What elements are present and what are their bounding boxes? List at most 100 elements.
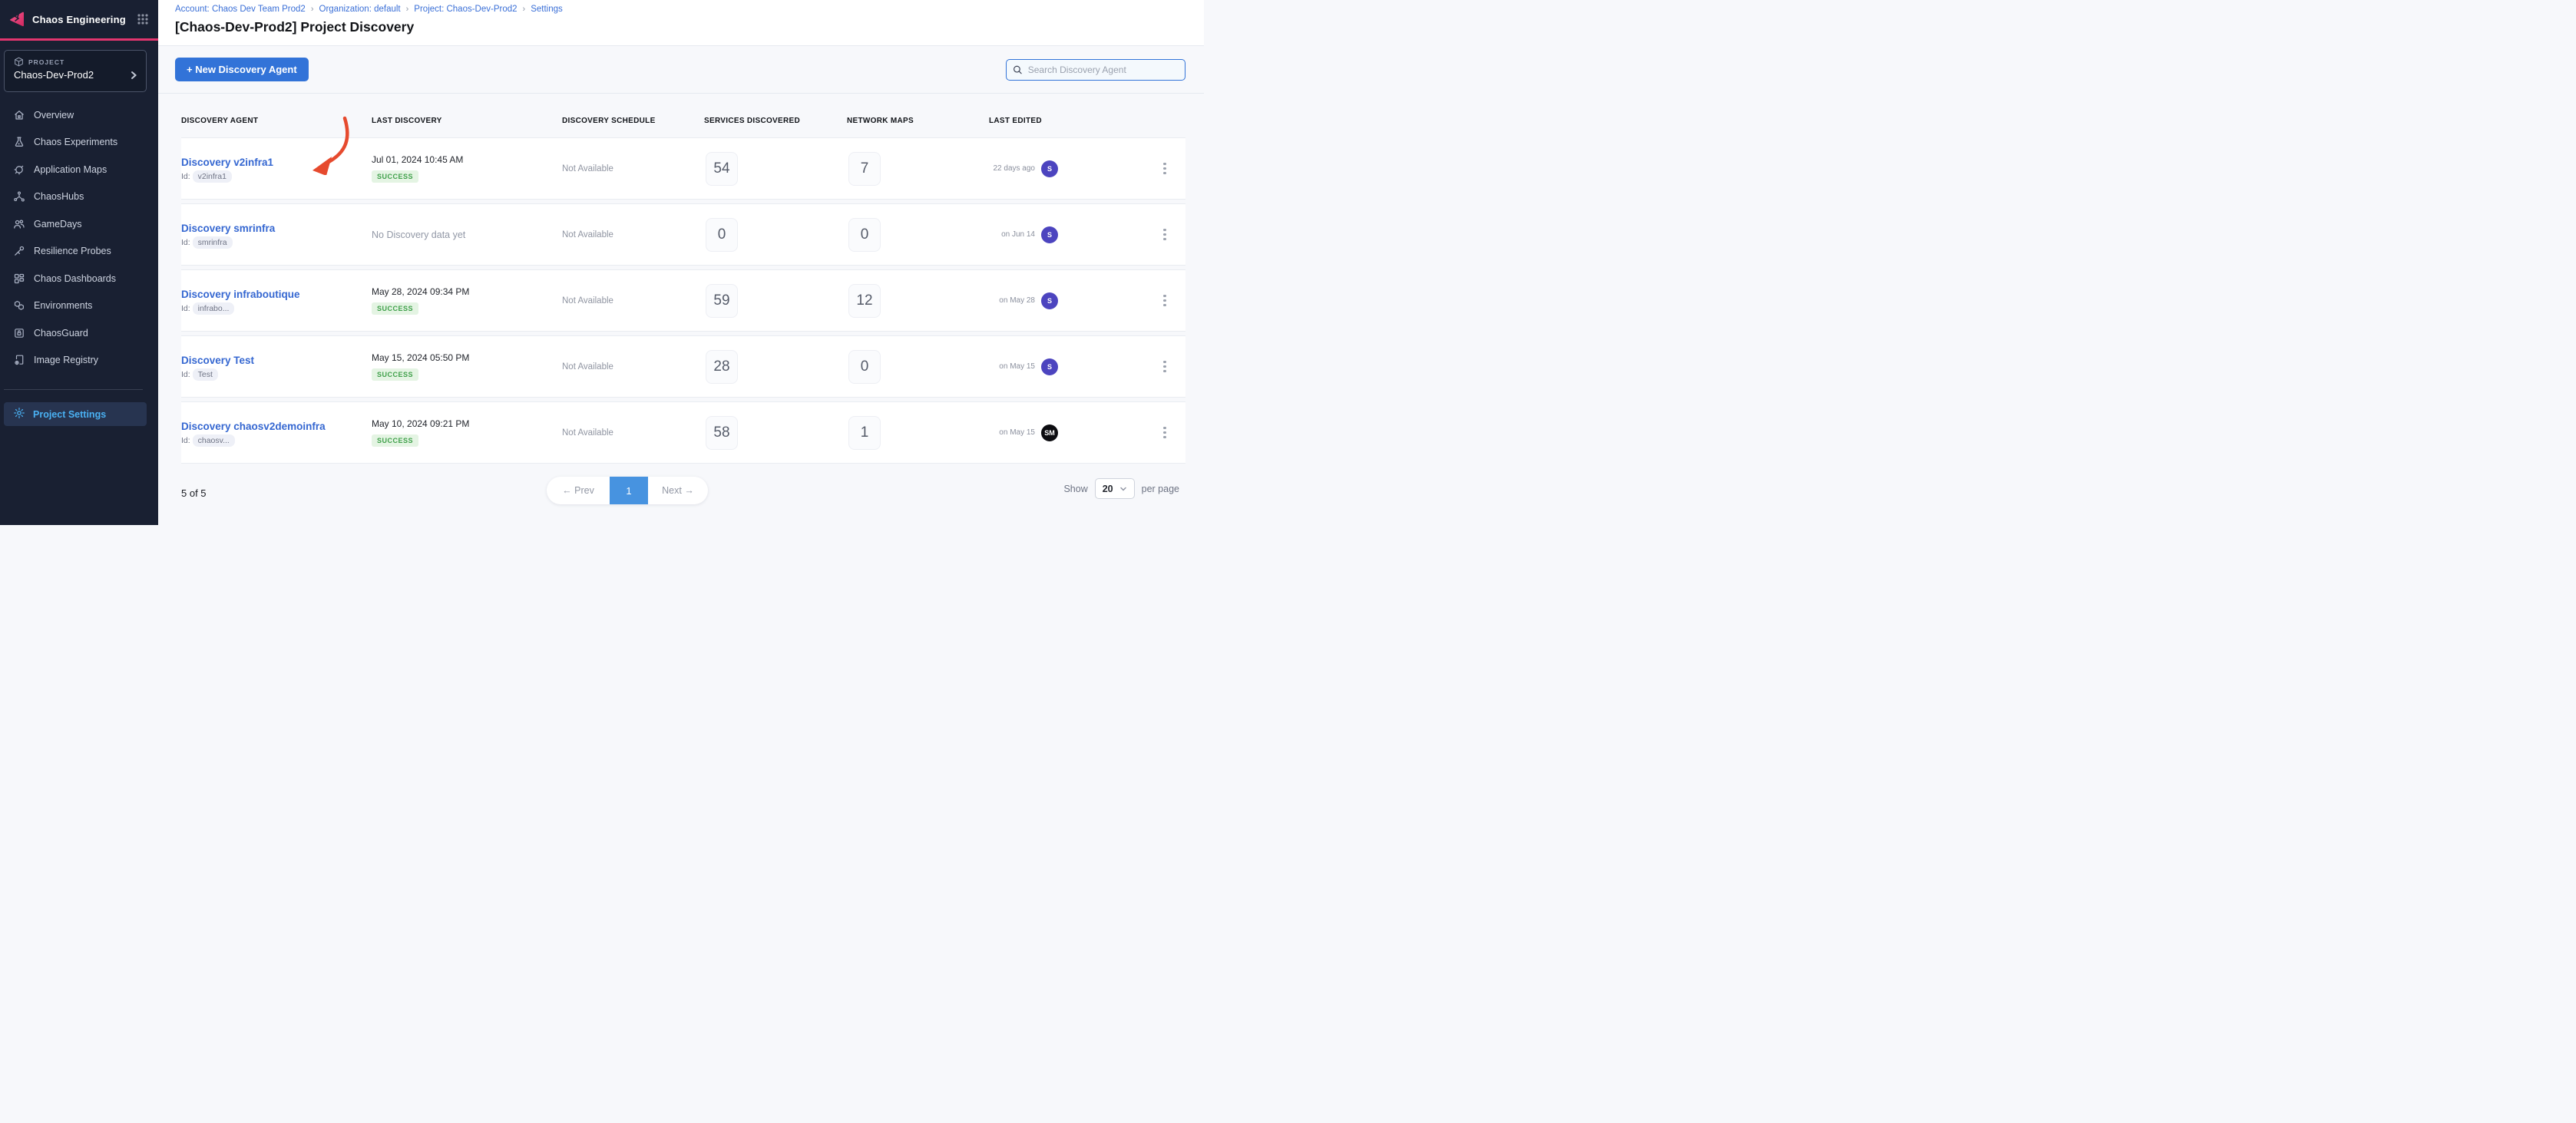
col-header-discovery-agent: DISCOVERY AGENT <box>181 117 372 125</box>
prev-page-button[interactable]: ← Prev <box>547 477 610 504</box>
search-input[interactable] <box>1028 64 1179 75</box>
network-maps-count: 0 <box>848 350 881 384</box>
show-label: Show <box>1063 484 1087 494</box>
sidebar-item-label: Chaos Dashboards <box>34 273 116 284</box>
last-edited-time: on May 28 <box>989 296 1035 305</box>
sidebar-item-project-settings[interactable]: Project Settings <box>4 402 147 426</box>
flask-icon <box>13 136 25 148</box>
main-content: Account: Chaos Dev Team Prod2 › Organiza… <box>158 0 1204 525</box>
sidebar-item-overview[interactable]: Overview <box>0 101 158 129</box>
id-label: Id: <box>181 436 190 445</box>
id-label: Id: <box>181 238 190 247</box>
sidebar-item-label: ChaosHubs <box>34 191 84 202</box>
agent-name-link[interactable]: Discovery chaosv2demoinfra <box>181 421 372 432</box>
row-menu-kebab-icon[interactable] <box>1160 160 1169 178</box>
table-row[interactable]: Discovery chaosv2demoinfra Id: chaosv...… <box>181 401 1185 464</box>
discovery-schedule-value: Not Available <box>562 296 704 306</box>
col-header-discovery-schedule: DISCOVERY SCHEDULE <box>562 117 704 125</box>
sidebar-item-label: Image Registry <box>34 355 98 365</box>
target-circle-icon <box>13 163 25 176</box>
avatar[interactable]: S <box>1041 226 1058 243</box>
search-box[interactable] <box>1006 59 1185 81</box>
breadcrumb: Account: Chaos Dev Team Prod2 › Organiza… <box>175 5 1204 14</box>
table-row[interactable]: Discovery Test Id: Test May 15, 2024 05:… <box>181 335 1185 398</box>
sidebar-header: Chaos Engineering <box>0 0 158 38</box>
sidebar-item-application-maps[interactable]: Application Maps <box>0 156 158 183</box>
status-badge: SUCCESS <box>372 302 418 315</box>
row-count: 5 of 5 <box>181 487 207 499</box>
app-switcher-grid-icon[interactable] <box>137 13 149 25</box>
sidebar-item-label: Overview <box>34 110 74 121</box>
agent-name-link[interactable]: Discovery Test <box>181 355 372 366</box>
users-icon <box>13 218 25 230</box>
breadcrumb-project[interactable]: Project: Chaos-Dev-Prod2 <box>414 5 517 14</box>
hexagons-icon <box>13 299 25 312</box>
current-page-button[interactable]: 1 <box>610 477 648 504</box>
avatar[interactable]: S <box>1041 292 1058 309</box>
last-edited-time: on May 15 <box>989 362 1035 371</box>
sidebar: Chaos Engineering PROJECT Chaos-Dev-Prod… <box>0 0 158 525</box>
network-maps-count: 1 <box>848 416 881 450</box>
avatar[interactable]: S <box>1041 358 1058 375</box>
breadcrumb-separator: › <box>311 5 314 14</box>
avatar[interactable]: SM <box>1041 424 1058 441</box>
breadcrumb-settings[interactable]: Settings <box>531 5 563 14</box>
toolbar: + New Discovery Agent <box>158 46 1204 94</box>
per-page-label: per page <box>1142 484 1179 494</box>
search-icon <box>1013 64 1023 75</box>
sidebar-item-chaosguard[interactable]: ChaosGuard <box>0 319 158 347</box>
chaos-engineering-logo-icon <box>8 10 26 28</box>
chevron-down-icon <box>1119 485 1127 493</box>
discovery-schedule-value: Not Available <box>562 362 704 372</box>
sidebar-item-chaos-experiments[interactable]: Chaos Experiments <box>0 129 158 157</box>
pager: ← Prev 1 Next → <box>547 477 708 504</box>
pagination: 5 of 5 ← Prev 1 Next → Show 20 per page <box>158 467 1204 524</box>
sidebar-item-label: ChaosGuard <box>34 328 88 339</box>
agent-name-link[interactable]: Discovery infraboutique <box>181 289 372 300</box>
network-maps-count: 7 <box>848 152 881 186</box>
project-label: PROJECT <box>28 58 64 66</box>
network-maps-count: 0 <box>848 218 881 252</box>
breadcrumb-account[interactable]: Account: Chaos Dev Team Prod2 <box>175 5 306 14</box>
agent-id-value: smrinfra <box>193 236 233 249</box>
sidebar-item-chaoshubs[interactable]: ChaosHubs <box>0 183 158 211</box>
home-icon <box>13 109 25 121</box>
per-page-control: Show 20 per page <box>1063 478 1179 499</box>
registry-file-gear-icon <box>13 354 25 366</box>
row-menu-kebab-icon[interactable] <box>1160 226 1169 244</box>
sidebar-item-image-registry[interactable]: Image Registry <box>0 347 158 375</box>
per-page-value: 20 <box>1103 484 1113 494</box>
new-discovery-agent-button[interactable]: + New Discovery Agent <box>175 58 309 81</box>
lock-shield-icon <box>13 327 25 339</box>
breadcrumb-separator: › <box>406 5 409 14</box>
row-menu-kebab-icon[interactable] <box>1160 424 1169 442</box>
row-menu-kebab-icon[interactable] <box>1160 358 1169 376</box>
sidebar-item-label: Resilience Probes <box>34 246 111 256</box>
id-label: Id: <box>181 172 190 181</box>
project-selector[interactable]: PROJECT Chaos-Dev-Prod2 <box>4 50 147 92</box>
next-page-button[interactable]: Next → <box>648 477 708 504</box>
agent-id-value: infrabo... <box>193 302 235 315</box>
breadcrumb-organization[interactable]: Organization: default <box>319 5 401 14</box>
project-name: Chaos-Dev-Prod2 <box>14 69 94 81</box>
per-page-select[interactable]: 20 <box>1095 478 1135 499</box>
sidebar-item-environments[interactable]: Environments <box>0 292 158 320</box>
sidebar-item-resilience-probes[interactable]: Resilience Probes <box>0 238 158 266</box>
last-edited-time: on Jun 14 <box>989 230 1035 239</box>
probe-pen-icon <box>13 245 25 257</box>
sidebar-divider <box>4 389 143 390</box>
sidebar-item-label: GameDays <box>34 219 82 230</box>
table-row[interactable]: Discovery smrinfra Id: smrinfra No Disco… <box>181 203 1185 266</box>
discovery-schedule-value: Not Available <box>562 164 704 173</box>
services-discovered-count: 59 <box>706 284 738 318</box>
services-discovered-count: 28 <box>706 350 738 384</box>
agent-name-link[interactable]: Discovery smrinfra <box>181 223 372 234</box>
sidebar-item-gamedays[interactable]: GameDays <box>0 210 158 238</box>
agent-id-value: Test <box>193 368 218 381</box>
avatar[interactable]: S <box>1041 160 1058 177</box>
sidebar-item-chaos-dashboards[interactable]: Chaos Dashboards <box>0 265 158 292</box>
table-row[interactable]: Discovery infraboutique Id: infrabo... M… <box>181 269 1185 332</box>
table-row[interactable]: Discovery v2infra1 Id: v2infra1 Jul 01, … <box>181 137 1185 200</box>
row-menu-kebab-icon[interactable] <box>1160 292 1169 310</box>
agent-name-link[interactable]: Discovery v2infra1 <box>181 157 372 168</box>
